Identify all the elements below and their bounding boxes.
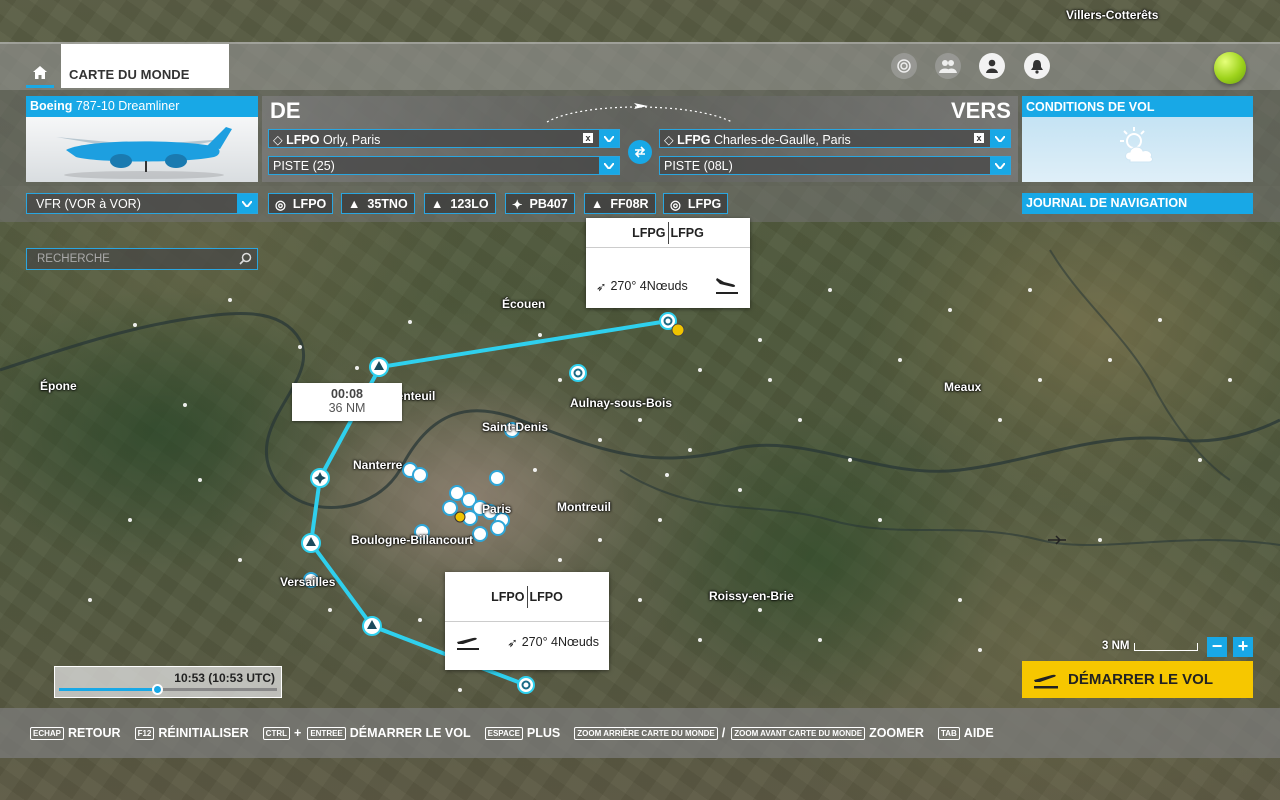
airport-marker-lfpg — [659, 312, 685, 337]
group-icon[interactable] — [935, 53, 961, 79]
from-label: DE — [270, 98, 301, 123]
clear-departure-button[interactable]: x — [583, 133, 593, 143]
user-icon[interactable] — [979, 53, 1005, 79]
arrival-airport-popup[interactable]: LFPG LFPG ➶ 270° 4Nœuds — [586, 218, 750, 308]
partly-cloudy-icon — [1120, 127, 1153, 163]
hint-more[interactable]: ESPACE PLUS — [484, 726, 560, 740]
aircraft-selector[interactable]: Boeing 787-10 Dreamliner — [26, 96, 258, 182]
departure-popup-ids: LFPO LFPO — [445, 572, 609, 622]
tab-world-map[interactable]: CARTE DU MONDE — [61, 44, 229, 88]
city-versailles: Versailles — [280, 575, 336, 589]
departure-airport-popup[interactable]: LFPO LFPO ➶ 270° 4Nœuds — [445, 572, 609, 670]
takeoff-icon — [457, 637, 479, 650]
time-value: 10:53 (10:53 UTC) — [174, 671, 275, 685]
chevron-down-icon[interactable] — [990, 130, 1010, 147]
landing-icon — [716, 278, 738, 294]
river-marne — [619, 469, 1280, 546]
hint-back[interactable]: ECHAP RETOUR — [30, 726, 121, 740]
waypoint-lfpo[interactable]: ◎ LFPO — [268, 193, 334, 214]
swap-route-button[interactable] — [628, 140, 652, 164]
aircraft-title: Boeing 787-10 Dreamliner — [26, 96, 258, 117]
hint-help[interactable]: TAB AIDE — [937, 726, 994, 740]
airport-marker-lfpo — [517, 676, 535, 694]
vor-icon: ✦ — [512, 198, 523, 212]
waypoint-123lo[interactable]: ▲ 123LO — [424, 193, 496, 214]
airport-icon: ◎ — [275, 198, 286, 212]
flight-conditions-title: CONDITIONS DE VOL — [1022, 96, 1253, 117]
windsock-icon: ➶ — [507, 635, 518, 650]
hint-zoom[interactable]: ZOOM ARRIÈRE CARTE DU MONDE / ZOOM AVANT C… — [574, 726, 924, 740]
waypoint-ff08r[interactable]: ▲ FF08R — [584, 193, 656, 214]
bell-icon[interactable] — [1024, 53, 1050, 79]
arrival-popup-ids: LFPG LFPG — [586, 218, 750, 248]
home-icon — [33, 66, 47, 79]
windsock-icon: ➶ — [596, 279, 607, 294]
chevron-down-icon[interactable] — [599, 130, 619, 147]
aircraft-image — [26, 117, 258, 182]
city-aulnay: Aulnay-sous-Bois — [570, 396, 673, 410]
city-meaux: Meaux — [944, 380, 982, 394]
time-slider-handle[interactable] — [152, 684, 164, 695]
zoom-out-button[interactable]: − — [1207, 637, 1227, 657]
airport-icon: ◎ — [670, 198, 681, 212]
waypoint-pb407[interactable]: ✦ PB407 — [505, 193, 575, 214]
city-epone: Épone — [40, 379, 77, 393]
time-slider-track[interactable] — [59, 684, 277, 695]
takeoff-icon — [1034, 674, 1058, 688]
airport-marker-le-bourget — [569, 364, 587, 382]
heliport-marker — [454, 511, 466, 523]
time-slider-fill — [59, 688, 158, 691]
triangle-icon: ▲ — [591, 197, 604, 211]
swap-icon — [634, 146, 646, 158]
river-seine — [0, 311, 1280, 509]
triangle-icon: ▲ — [348, 197, 361, 211]
ball-icon[interactable] — [1214, 52, 1246, 84]
clear-arrival-button[interactable]: x — [974, 133, 984, 143]
search-icon[interactable] — [239, 252, 252, 265]
departure-runway-select[interactable]: PISTE (25) — [268, 156, 620, 175]
airport-icon: ◇ — [273, 133, 283, 147]
departure-wind: ➶ 270° 4Nœuds — [445, 622, 609, 662]
city-top: Villers-Cotterêts — [1066, 8, 1159, 22]
map-scale-label: 3 NM — [1102, 640, 1130, 652]
waypoint-35tno[interactable]: ▲ 35TNO — [341, 193, 415, 214]
airport-icon: ◇ — [664, 133, 674, 147]
time-panel: 10:53 (10:53 UTC) — [54, 666, 282, 698]
zoom-in-button[interactable]: + — [1233, 637, 1253, 657]
target-icon[interactable] — [891, 53, 917, 79]
arrival-airport-field[interactable]: ◇ LFPG Charles-de-Gaulle, Paris x — [659, 129, 1011, 148]
navigation-log-button[interactable]: JOURNAL DE NAVIGATION — [1022, 193, 1253, 214]
hint-reset[interactable]: F12 RÉINITIALISER — [134, 726, 249, 740]
chevron-down-icon[interactable] — [990, 157, 1010, 174]
hint-start-flight[interactable]: CTRL + ENTREE DÉMARRER LE VOL — [262, 726, 471, 740]
flight-conditions-card[interactable]: CONDITIONS DE VOL — [1022, 96, 1253, 182]
leg-info-label: 00:08 36 NM — [292, 383, 402, 421]
arrival-runway-select[interactable]: PISTE (08L) — [659, 156, 1011, 175]
chevron-down-icon[interactable] — [237, 194, 257, 213]
start-flight-button[interactable]: DÉMARRER LE VOL — [1022, 661, 1253, 698]
triangle-icon: ▲ — [431, 197, 444, 211]
waypoint-lfpg[interactable]: ◎ LFPG — [663, 193, 729, 214]
flight-type-select[interactable]: VFR (VOR à VOR) — [26, 193, 258, 214]
search-input[interactable]: RECHERCHE — [26, 248, 258, 270]
arrival-wind: ➶ 270° 4Nœuds — [586, 266, 750, 306]
city-montreuil: Montreuil — [557, 500, 611, 514]
departure-airport-field[interactable]: ◇ LFPO Orly, Paris x — [268, 129, 620, 148]
to-label: VERS — [951, 98, 1011, 123]
city-saint-denis: Saint-Denis — [482, 420, 549, 434]
city-paris: Paris — [482, 502, 512, 516]
city-ecouen: Écouen — [502, 297, 546, 311]
bottom-hint-bar: ECHAP RETOUR F12 RÉINITIALISER CTRL + ENTREE… — [0, 708, 1280, 758]
leg-time: 00:08 — [331, 387, 363, 401]
home-button[interactable] — [26, 60, 54, 88]
map-scale-bar — [1134, 643, 1198, 651]
city-boulogne: Boulogne-Billancourt — [351, 533, 473, 547]
city-roissy-en-brie: Roissy-en-Brie — [709, 589, 794, 603]
city-nanterre: Nanterre — [353, 458, 403, 472]
leg-distance: 36 NM — [328, 401, 366, 415]
chevron-down-icon[interactable] — [599, 157, 619, 174]
